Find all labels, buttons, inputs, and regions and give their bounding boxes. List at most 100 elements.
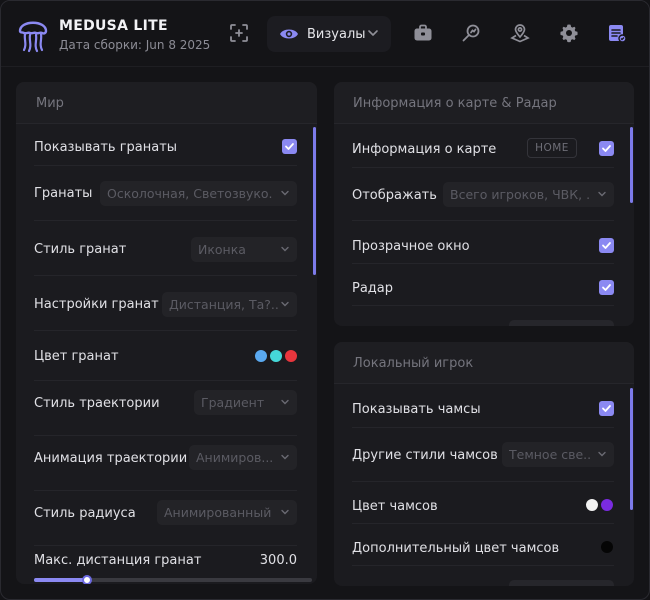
grenade-settings-row: Настройки гранат Дистанция, Та?.. xyxy=(34,276,297,331)
trajectory-animation-dropdown[interactable]: Анимиров... xyxy=(189,445,297,470)
grenade-style-row: Стиль гранат Иконка xyxy=(34,221,297,276)
local-player-panel-header: Локальный игрок xyxy=(334,342,634,384)
home-hotkey-tag[interactable]: HOME xyxy=(527,138,577,158)
extra-chams-color-swatch[interactable] xyxy=(601,541,613,553)
map-info-row: Информация о карте HOME xyxy=(352,128,614,168)
grenade-settings-dropdown-value: Дистанция, Та?.. xyxy=(169,297,279,312)
chevron-down-icon xyxy=(598,451,606,457)
checkmark-icon xyxy=(602,242,611,249)
grenade-settings-dropdown[interactable]: Дистанция, Та?.. xyxy=(162,292,297,317)
chams-color-row: Цвет чамсов xyxy=(352,482,614,524)
grenades-dropdown[interactable]: Осколочная, Светозвуко... xyxy=(100,181,297,206)
map-info-panel-header: Информация о карте & Радар xyxy=(334,82,634,124)
chevron-down-icon xyxy=(598,191,606,197)
trajectory-style-dropdown-value: Градиент xyxy=(201,395,265,410)
local-player-panel: Локальный игрок Показывать чамсы Другие … xyxy=(334,342,634,586)
chams-color-swatch-2[interactable] xyxy=(601,499,613,511)
max-grenade-distance-slider[interactable] xyxy=(34,575,312,584)
transparent-window-row: Прозрачное окно xyxy=(352,221,614,264)
radius-style-label: Стиль радиуса xyxy=(34,506,136,521)
other-chams-styles-row: Другие стили чамсов Темное све... xyxy=(352,428,614,482)
show-chams-label: Показывать чамсы xyxy=(352,402,481,417)
world-panel-title: Мир xyxy=(36,96,64,111)
radar-row: Радар xyxy=(352,264,614,306)
collapsed-control-stub xyxy=(509,320,614,326)
trajectory-animation-label: Анимация траектории xyxy=(34,451,188,466)
show-grenades-checkbox[interactable] xyxy=(282,139,297,154)
trajectory-style-label: Стиль траектории xyxy=(34,396,160,411)
show-grenades-row: Показывать гранаты xyxy=(34,128,297,166)
crosshair-icon[interactable] xyxy=(227,21,251,45)
grenade-color-swatch-2[interactable] xyxy=(270,350,282,362)
radius-style-dropdown[interactable]: Анимированный xyxy=(157,500,297,525)
grenade-style-dropdown[interactable]: Иконка xyxy=(191,237,297,262)
trajectory-style-dropdown[interactable]: Градиент xyxy=(194,390,297,415)
radius-style-dropdown-value: Анимированный xyxy=(164,505,272,520)
world-panel-header: Мир xyxy=(16,82,317,124)
grenades-label: Гранаты xyxy=(34,186,93,201)
display-label: Отображать xyxy=(352,188,437,203)
transparent-window-checkbox[interactable] xyxy=(599,238,614,253)
checkmark-icon xyxy=(285,143,294,150)
show-chams-checkbox[interactable] xyxy=(599,401,614,416)
eye-icon xyxy=(280,29,298,39)
build-date: Дата сборки: Jun 8 2025 xyxy=(59,38,211,52)
grenade-color-label: Цвет гранат xyxy=(34,349,119,364)
transparent-window-label: Прозрачное окно xyxy=(352,239,470,254)
max-grenade-distance-label: Макс. дистанция гранат xyxy=(34,553,202,568)
briefcase-icon[interactable] xyxy=(411,21,435,45)
chevron-down-icon xyxy=(281,509,289,515)
grenade-style-dropdown-value: Иконка xyxy=(198,242,246,257)
display-dropdown-value: Всего игроков, ЧВК, ... xyxy=(450,187,590,202)
local-player-panel-title: Локальный игрок xyxy=(353,356,474,371)
display-row: Отображать Всего игроков, ЧВК, ... xyxy=(352,168,614,221)
grenade-color-swatch-3[interactable] xyxy=(285,350,297,362)
grenade-color-row: Цвет гранат xyxy=(34,331,297,381)
search-icon[interactable] xyxy=(459,21,483,45)
checkmark-icon xyxy=(602,284,611,291)
chevron-down-icon xyxy=(368,30,378,36)
show-grenades-label: Показывать гранаты xyxy=(34,140,178,155)
app-window: MEDUSA LITE Дата сборки: Jun 8 2025 Визу… xyxy=(0,0,650,600)
chevron-down-icon xyxy=(281,454,289,460)
chams-color-label: Цвет чамсов xyxy=(352,499,438,514)
local-player-scrollbar[interactable] xyxy=(630,388,633,510)
radar-checkbox[interactable] xyxy=(599,280,614,295)
grenade-settings-label: Настройки гранат xyxy=(34,297,159,312)
other-chams-styles-label: Другие стили чамсов xyxy=(352,448,498,463)
config-icon[interactable] xyxy=(605,21,629,45)
visuals-tab-dropdown[interactable]: Визуалы xyxy=(267,16,391,52)
map-info-panel: Информация о карте & Радар Информация о … xyxy=(334,82,634,326)
extra-chams-color-label: Дополнительный цвет чамсов xyxy=(352,541,560,556)
max-grenade-distance-value: 300.0 xyxy=(259,553,297,568)
trajectory-animation-dropdown-value: Анимиров... xyxy=(196,450,274,465)
collapsed-control-stub xyxy=(509,580,614,586)
grenade-color-swatch-1[interactable] xyxy=(255,350,267,362)
map-info-scrollbar[interactable] xyxy=(630,127,633,203)
map-info-label: Информация о карте xyxy=(352,142,497,157)
chams-color-swatch-1[interactable] xyxy=(586,499,598,511)
trajectory-style-row: Стиль траектории Градиент xyxy=(34,381,297,436)
app-title: MEDUSA LITE xyxy=(59,18,168,34)
grenade-style-label: Стиль гранат xyxy=(34,242,127,257)
grenades-dropdown-value: Осколочная, Светозвуко... xyxy=(107,186,272,201)
radar-label: Радар xyxy=(352,281,394,296)
slider-thumb[interactable] xyxy=(81,575,92,584)
map-pin-icon[interactable] xyxy=(508,21,532,45)
chevron-down-icon xyxy=(281,399,289,405)
other-chams-styles-dropdown[interactable]: Темное све... xyxy=(502,442,614,467)
chevron-down-icon xyxy=(281,301,289,307)
slider-fill xyxy=(34,578,87,582)
map-info-panel-title: Информация о карте & Радар xyxy=(353,96,557,111)
display-dropdown[interactable]: Всего игроков, ЧВК, ... xyxy=(443,182,614,207)
world-panel: Мир Показывать гранаты Гранаты Осколочна… xyxy=(16,82,317,584)
checkmark-icon xyxy=(602,405,611,412)
map-info-checkbox[interactable] xyxy=(599,141,614,156)
extra-chams-color-row: Дополнительный цвет чамсов xyxy=(352,524,614,566)
chevron-down-icon xyxy=(281,190,289,196)
grenades-row: Гранаты Осколочная, Светозвуко... xyxy=(34,166,297,221)
trajectory-animation-row: Анимация траектории Анимиров... xyxy=(34,436,297,491)
visuals-tab-label: Визуалы xyxy=(307,26,366,42)
gear-icon[interactable] xyxy=(557,21,581,45)
world-scrollbar[interactable] xyxy=(313,127,316,275)
